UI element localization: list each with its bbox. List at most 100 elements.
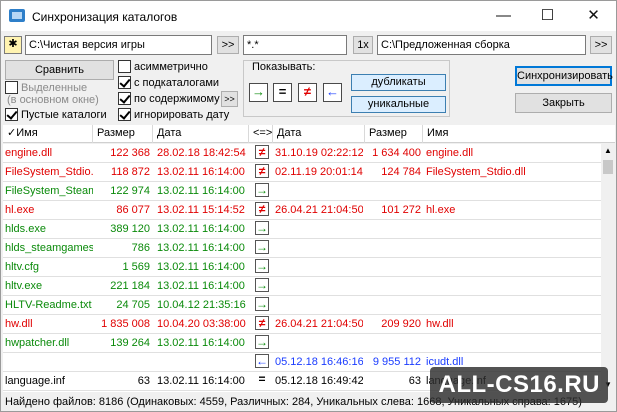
col-date-left[interactable]: Дата xyxy=(153,125,249,143)
cell-name-left xyxy=(5,353,93,371)
cell-date-left: 13.02.11 15:14:52 xyxy=(157,204,245,216)
table-row[interactable]: hlds.exe 389 120 13.02.11 16:14:00 → xyxy=(3,220,601,239)
direction-icon[interactable]: → xyxy=(255,335,269,349)
col-name-right[interactable]: Имя xyxy=(423,125,615,143)
subdirs-checkbox[interactable] xyxy=(118,76,131,89)
col-size-right[interactable]: Размер xyxy=(365,125,423,143)
close-button[interactable]: Закрыть xyxy=(515,93,612,113)
selected-checkbox[interactable] xyxy=(5,81,18,94)
direction-icon[interactable]: ≠ xyxy=(255,145,269,159)
cell-name-right xyxy=(426,296,601,314)
ignore-date-checkbox[interactable] xyxy=(118,108,131,121)
cell-name-right: FileSystem_Stdio.dll xyxy=(426,166,526,178)
col-direction[interactable]: <=> xyxy=(249,125,273,143)
table-row[interactable]: FileSystem_Steam.dll 122 974 13.02.11 16:1… xyxy=(3,182,601,201)
cell-size-left: 221 184 xyxy=(110,280,150,292)
file-list[interactable]: engine.dll 122 368 28.02.18 18:42:54 31.10.… xyxy=(3,144,601,392)
col-name-left[interactable]: ✓Имя xyxy=(3,125,93,143)
direction-icon[interactable]: → xyxy=(255,297,269,311)
direction-icon[interactable]: → xyxy=(255,259,269,273)
show-right-unique-toggle[interactable]: ← xyxy=(323,83,342,102)
table-row[interactable]: engine.dll 122 368 28.02.18 18:42:54 31.10.… xyxy=(3,144,601,163)
unique-button[interactable]: уникальные xyxy=(351,96,446,113)
app-icon xyxy=(9,9,25,22)
direction-icon[interactable]: → xyxy=(255,183,269,197)
table-row[interactable]: hltv.exe 221 184 13.02.11 16:14:00 → xyxy=(3,277,601,296)
table-row[interactable]: hw.dll 1 835 008 10.04.20 03:38:00 26.04.21… xyxy=(3,315,601,334)
direction-icon[interactable]: = xyxy=(255,373,269,387)
show-different-toggle[interactable]: ≠ xyxy=(298,83,317,102)
minimize-button[interactable]: — xyxy=(481,1,526,31)
show-label: Показывать: xyxy=(252,61,316,73)
selected-option[interactable]: Выделенные xyxy=(5,81,87,94)
left-path-input[interactable]: C:\Чистая версия игры xyxy=(25,35,212,55)
by-content-option[interactable]: по содержимому xyxy=(118,92,220,105)
right-path-input[interactable]: C:\Предложенная сборка xyxy=(377,35,586,55)
show-left-unique-toggle[interactable]: → xyxy=(249,83,268,102)
close-window-button[interactable]: ✕ xyxy=(571,1,616,31)
col-date-right[interactable]: Дата xyxy=(273,125,365,143)
cell-date-left: 28.02.18 18:42:54 xyxy=(157,147,246,159)
asymmetric-option[interactable]: асимметрично xyxy=(118,60,208,73)
table-row[interactable]: hltv.cfg 1 569 13.02.11 16:14:00 → xyxy=(3,258,601,277)
cell-date-left: 13.02.11 16:14:00 xyxy=(157,223,245,235)
folder-star-icon[interactable]: ✱ xyxy=(4,36,22,54)
duplicates-button[interactable]: дубликаты xyxy=(351,74,446,91)
subdirs-option[interactable]: с подкаталогами xyxy=(118,76,219,89)
scroll-thumb[interactable] xyxy=(603,160,613,174)
cell-date-right xyxy=(275,182,363,200)
table-row[interactable]: HLTV-Readme.txt 24 705 10.04.12 21:35:16 → xyxy=(3,296,601,315)
cell-name-left: hwpatcher.dll xyxy=(5,337,70,349)
cell-size-right xyxy=(365,239,421,257)
cell-name-left: hlds.exe xyxy=(5,223,46,235)
subdirs-label: с подкаталогами xyxy=(134,77,220,89)
right-browse-button[interactable]: >> xyxy=(590,36,612,54)
maximize-button[interactable]: ☐ xyxy=(525,1,570,31)
cell-date-right: 05.12.18 16:46:16 xyxy=(275,356,363,368)
selected-label: Выделенные xyxy=(21,82,88,94)
table-row[interactable]: FileSystem_Stdio.dll 118 872 13.02.11 16:1… xyxy=(3,163,601,182)
show-equal-toggle[interactable]: = xyxy=(273,83,292,102)
direction-icon[interactable]: → xyxy=(255,278,269,292)
synchronize-button[interactable]: Синхронизировать xyxy=(515,66,613,86)
file-mask-input[interactable]: *.* xyxy=(243,35,347,55)
scroll-up-icon[interactable]: ▲ xyxy=(601,144,615,158)
ignore-date-option[interactable]: игнорировать дату xyxy=(118,108,229,121)
empty-dirs-checkbox[interactable] xyxy=(5,108,18,121)
cell-name-right xyxy=(426,239,601,257)
table-row[interactable]: hwpatcher.dll 139 264 13.02.11 16:14:00 → xyxy=(3,334,601,353)
cell-date-right xyxy=(275,239,363,257)
asymmetric-checkbox[interactable] xyxy=(118,60,131,73)
cell-name-left: engine.dll xyxy=(5,147,53,159)
compare-button[interactable]: Сравнить xyxy=(5,60,114,80)
cell-date-left: 13.02.11 16:14:00 xyxy=(157,280,245,292)
cell-name-right: hw.dll xyxy=(426,318,454,330)
direction-icon[interactable]: ≠ xyxy=(255,316,269,330)
table-row[interactable]: hlds_steamgames.vdf 786 13.02.11 16:14:00 → xyxy=(3,239,601,258)
table-row[interactable]: hl.exe 86 077 13.02.11 15:14:52 26.04.21 21… xyxy=(3,201,601,220)
sync-dirs-window: Синхронизация каталогов — ☐ ✕ ✱ C:\Чиста… xyxy=(0,0,617,412)
vertical-scrollbar[interactable]: ▲ ▼ xyxy=(601,144,615,392)
mask-1x-button[interactable]: 1x xyxy=(353,36,373,54)
cell-name-left xyxy=(5,391,93,392)
cell-size-left: 786 xyxy=(131,242,150,254)
direction-icon[interactable]: ≠ xyxy=(255,202,269,216)
left-browse-button[interactable]: >> xyxy=(217,36,239,54)
cell-date-left xyxy=(157,391,249,392)
cell-date-left: 13.02.11 16:14:00 xyxy=(157,185,245,197)
cell-date-left: 13.02.11 16:14:00 xyxy=(157,337,245,349)
empty-dirs-option[interactable]: Пустые каталоги xyxy=(5,108,107,121)
cell-date-left xyxy=(157,353,249,371)
direction-icon[interactable]: → xyxy=(255,221,269,235)
direction-icon[interactable]: ← xyxy=(255,354,269,368)
direction-icon[interactable]: ≠ xyxy=(255,164,269,178)
direction-icon[interactable]: → xyxy=(255,240,269,254)
cell-date-left: 13.02.11 16:14:00 xyxy=(157,261,245,273)
cell-size-right: 5 137 696 xyxy=(365,391,421,392)
cell-size-left: 1 569 xyxy=(122,261,150,273)
cell-size-right xyxy=(365,258,421,276)
by-content-checkbox[interactable] xyxy=(118,92,131,105)
content-options-button[interactable]: >> xyxy=(221,91,238,107)
cell-name-left: hltv.exe xyxy=(5,280,43,292)
col-size-left[interactable]: Размер xyxy=(93,125,153,143)
